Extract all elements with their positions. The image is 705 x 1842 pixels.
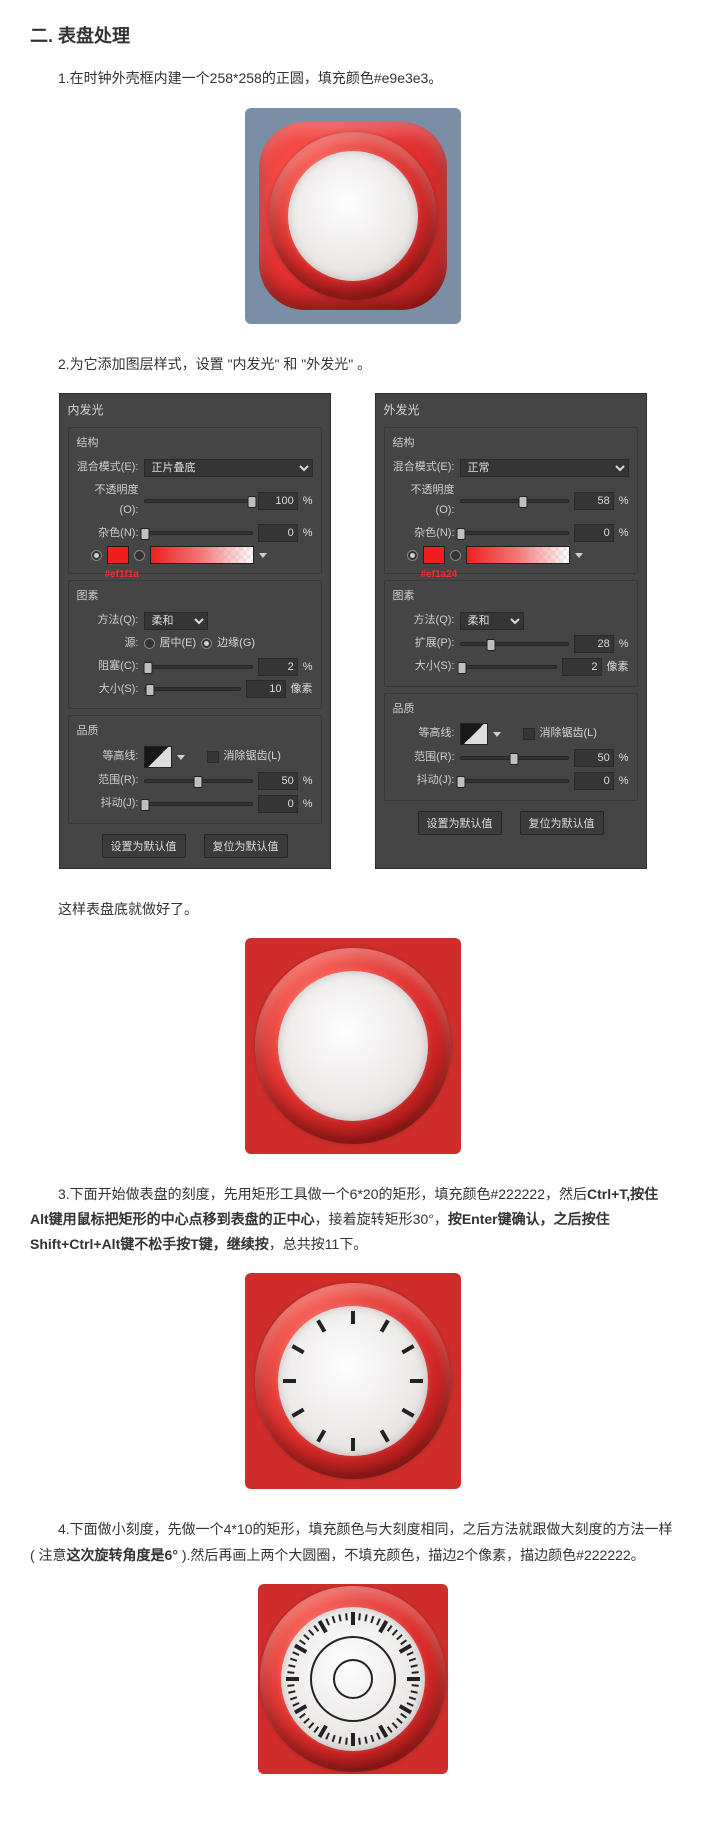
color-swatch[interactable] <box>423 546 445 564</box>
technique-label: 方法(Q): <box>77 611 139 631</box>
figure-step1 <box>245 108 461 324</box>
source-edge-radio[interactable] <box>201 638 212 649</box>
group-quality: 品质 <box>393 700 629 720</box>
blend-label: 混合模式(E): <box>393 458 455 478</box>
blend-mode-select[interactable]: 正片叠底 <box>144 459 313 477</box>
range-slider[interactable] <box>144 779 253 783</box>
color-radio[interactable] <box>91 550 102 561</box>
chevron-down-icon[interactable] <box>575 553 583 558</box>
chevron-down-icon[interactable] <box>259 553 267 558</box>
range-label: 范围(R): <box>393 748 455 768</box>
jitter-input[interactable] <box>574 772 614 790</box>
make-default-button[interactable]: 设置为默认值 <box>418 811 502 835</box>
gradient-swatch[interactable] <box>466 546 570 564</box>
opacity-slider[interactable] <box>460 499 569 503</box>
choke-input[interactable] <box>258 658 298 676</box>
spread-slider[interactable] <box>460 642 569 646</box>
range-label: 范围(R): <box>77 771 139 791</box>
group-elements: 图素 <box>393 587 629 607</box>
source-center-radio[interactable] <box>144 638 155 649</box>
noise-slider[interactable] <box>144 531 253 535</box>
color-swatch[interactable] <box>107 546 129 564</box>
chevron-down-icon[interactable] <box>493 732 501 737</box>
step-2-text: 2.为它添加图层样式，设置 "内发光" 和 "外发光" 。 <box>30 352 675 377</box>
size-label: 大小(S): <box>77 680 139 700</box>
blend-mode-select[interactable]: 正常 <box>460 459 629 477</box>
contour-picker[interactable] <box>144 746 172 768</box>
color-radio[interactable] <box>407 550 418 561</box>
inner-ring <box>333 1659 373 1699</box>
size-input[interactable] <box>562 658 602 676</box>
figure-step2 <box>245 938 461 1154</box>
range-input[interactable] <box>574 749 614 767</box>
reset-default-button[interactable]: 复位为默认值 <box>204 834 288 858</box>
step-1-text: 1.在时钟外壳框内建一个258*258的正圆，填充颜色#e9e3e3。 <box>30 66 675 91</box>
gradient-radio[interactable] <box>450 550 461 561</box>
opacity-label: 不透明度(O): <box>393 481 455 521</box>
reset-default-button[interactable]: 复位为默认值 <box>520 811 604 835</box>
size-input[interactable] <box>246 680 286 698</box>
jitter-label: 抖动(J): <box>77 794 139 814</box>
size-slider[interactable] <box>144 687 241 691</box>
size-slider[interactable] <box>460 665 557 669</box>
figure-step4 <box>258 1584 448 1774</box>
make-default-button[interactable]: 设置为默认值 <box>102 834 186 858</box>
noise-slider[interactable] <box>460 531 569 535</box>
opacity-input[interactable] <box>258 492 298 510</box>
opacity-input[interactable] <box>574 492 614 510</box>
choke-slider[interactable] <box>144 665 253 669</box>
panel-outer-glow: 外发光 结构 混合模式(E): 正常 不透明度(O): % 杂色(N): <box>375 393 647 869</box>
jitter-slider[interactable] <box>144 802 253 806</box>
size-label: 大小(S): <box>393 657 455 677</box>
step-2-done: 这样表盘底就做好了。 <box>30 897 675 922</box>
hex-label: #ef1a24 <box>421 566 458 584</box>
step-3-text: 3.下面开始做表盘的刻度，先用矩形工具做一个6*20的矩形，填充颜色#22222… <box>30 1182 675 1258</box>
contour-label: 等高线: <box>393 724 455 744</box>
antialias-checkbox[interactable] <box>207 751 219 763</box>
chevron-down-icon[interactable] <box>177 755 185 760</box>
spread-label: 扩展(P): <box>393 634 455 654</box>
opacity-label: 不透明度(O): <box>77 481 139 521</box>
figure-step3 <box>245 1273 461 1489</box>
noise-input[interactable] <box>258 524 298 542</box>
panel-inner-glow: 内发光 结构 混合模式(E): 正片叠底 不透明度(O): % 杂色(N): <box>59 393 331 869</box>
group-quality: 品质 <box>77 722 313 742</box>
gradient-radio[interactable] <box>134 550 145 561</box>
technique-label: 方法(Q): <box>393 611 455 631</box>
gradient-swatch[interactable] <box>150 546 254 564</box>
blend-label: 混合模式(E): <box>77 458 139 478</box>
contour-label: 等高线: <box>77 747 139 767</box>
jitter-input[interactable] <box>258 795 298 813</box>
contour-picker[interactable] <box>460 723 488 745</box>
source-label: 源: <box>77 634 139 654</box>
noise-label: 杂色(N): <box>393 524 455 544</box>
technique-select[interactable]: 柔和 <box>460 612 524 630</box>
group-structure: 结构 <box>77 434 313 454</box>
antialias-checkbox[interactable] <box>523 728 535 740</box>
jitter-slider[interactable] <box>460 779 569 783</box>
spread-input[interactable] <box>574 635 614 653</box>
group-structure: 结构 <box>393 434 629 454</box>
hex-label: #ef1f1a <box>105 566 139 584</box>
panel-title: 内发光 <box>68 400 322 422</box>
range-slider[interactable] <box>460 756 569 760</box>
group-elements: 图素 <box>77 587 313 607</box>
opacity-slider[interactable] <box>144 499 253 503</box>
noise-input[interactable] <box>574 524 614 542</box>
jitter-label: 抖动(J): <box>393 771 455 791</box>
technique-select[interactable]: 柔和 <box>144 612 208 630</box>
step-4-text: 4.下面做小刻度，先做一个4*10的矩形，填充颜色与大刻度相同，之后方法就跟做大… <box>30 1517 675 1567</box>
noise-label: 杂色(N): <box>77 524 139 544</box>
choke-label: 阻塞(C): <box>77 657 139 677</box>
panel-title: 外发光 <box>384 400 638 422</box>
section-heading: 二. 表盘处理 <box>30 20 675 52</box>
range-input[interactable] <box>258 772 298 790</box>
